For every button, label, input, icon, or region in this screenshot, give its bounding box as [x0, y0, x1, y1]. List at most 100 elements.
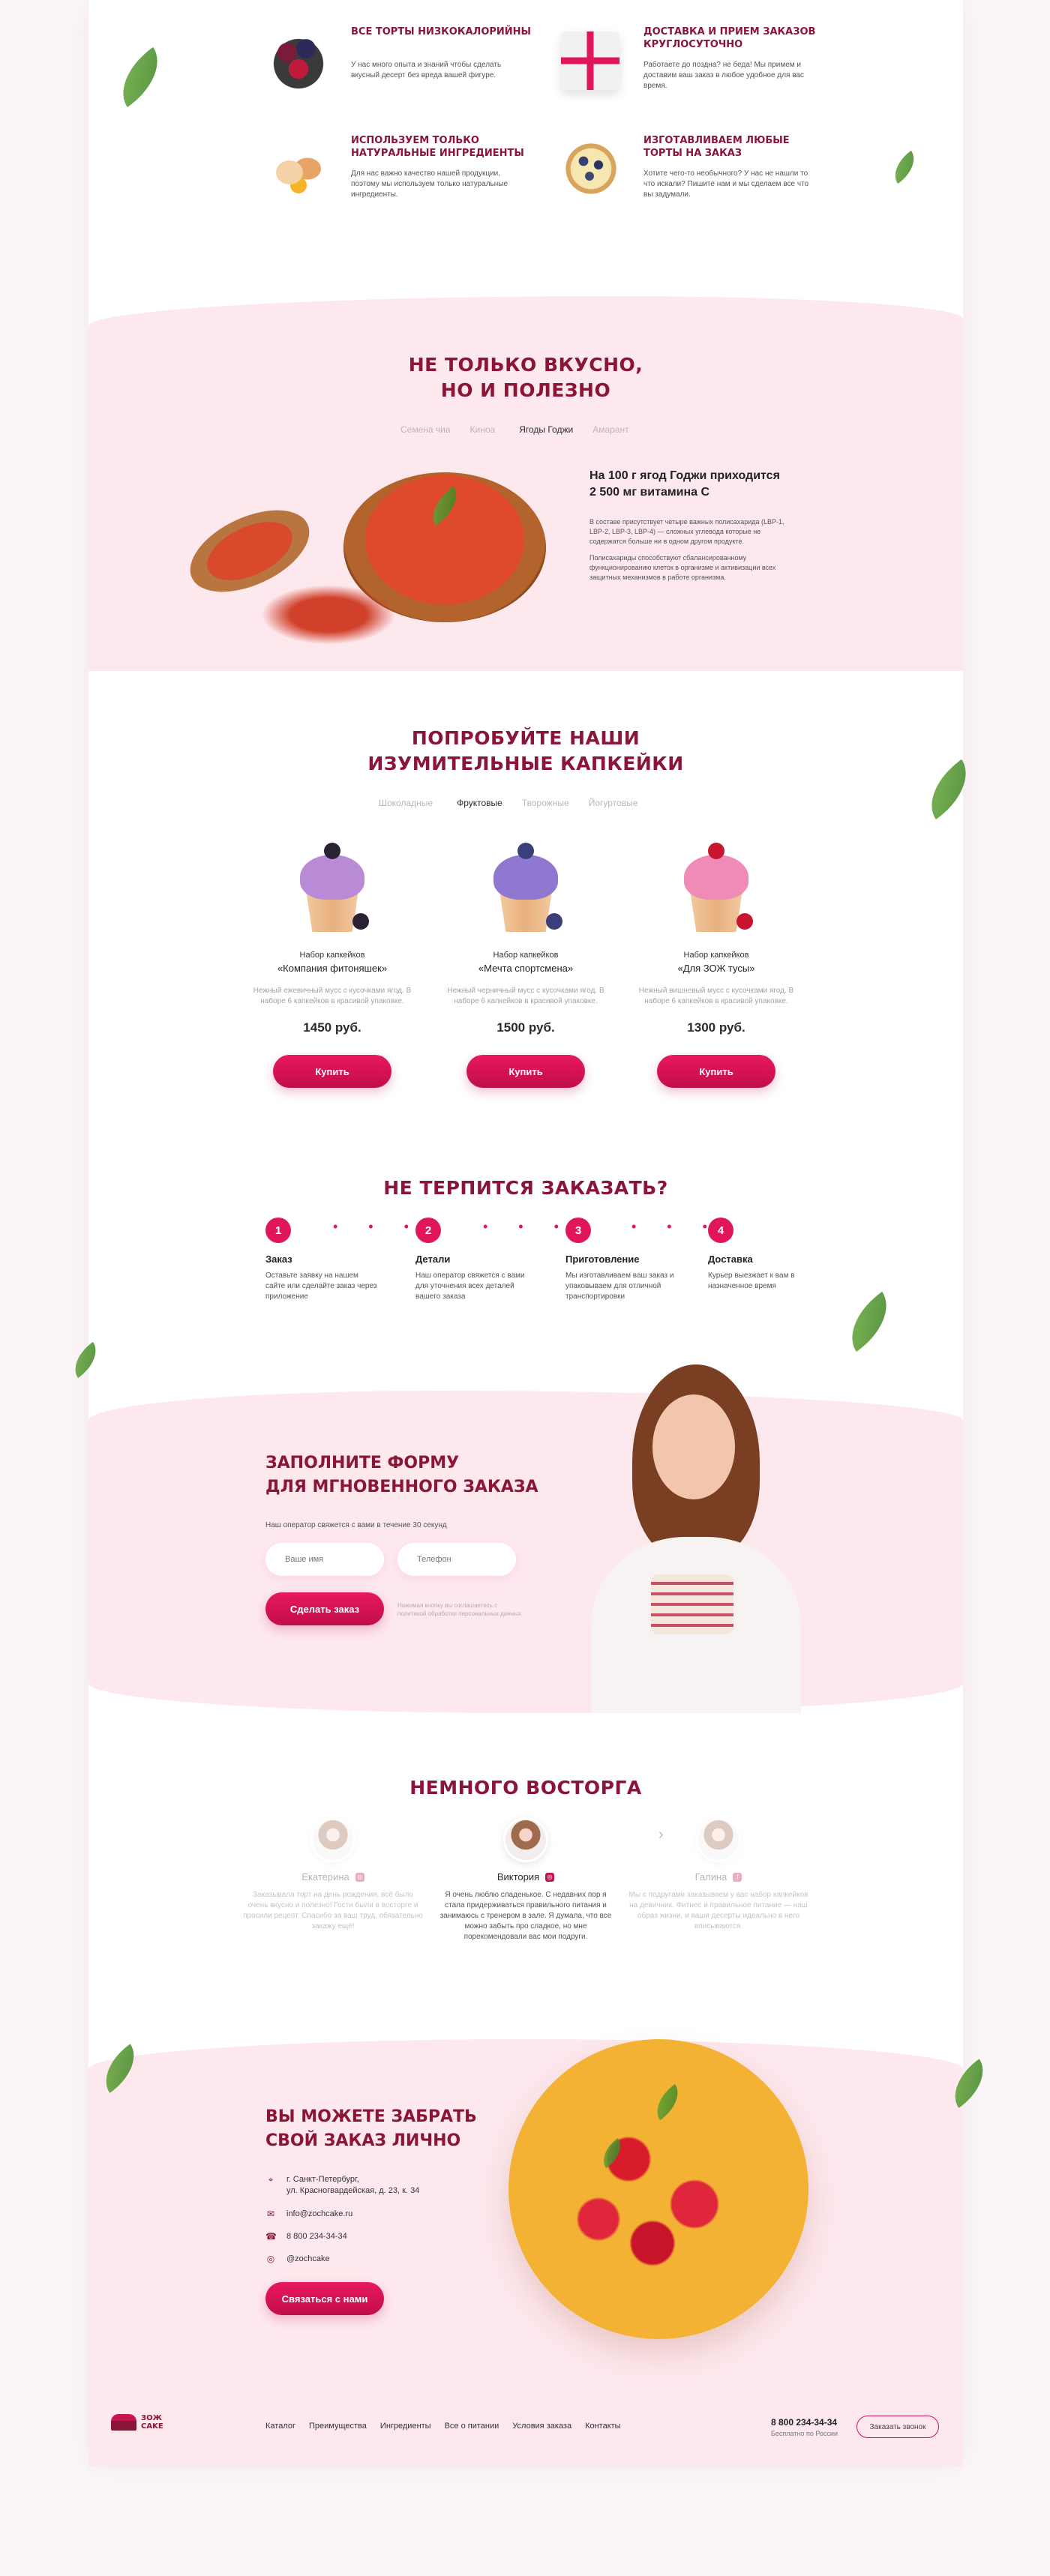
feature-title: Все торты низкокалорийны — [351, 26, 532, 37]
phone-link[interactable]: 8 800 234-34-34 — [286, 2231, 347, 2242]
instagram-link[interactable]: @zochcake — [286, 2254, 330, 2265]
nav-ingredients[interactable]: Ингредиенты — [380, 2422, 431, 2431]
email-link[interactable]: info@zochcake.ru — [286, 2209, 352, 2220]
footer-phone-block: 8 800 234-34-34 Бесплатно по России — [771, 2417, 838, 2437]
reviews-title: Немного восторга — [410, 1777, 642, 1799]
card-kind: Набор капкейков — [493, 951, 559, 960]
tab-quinoa[interactable]: Киноа — [470, 424, 496, 435]
name-field[interactable] — [266, 1543, 384, 1576]
blueberry-tart-icon — [554, 131, 628, 206]
callback-button[interactable]: Заказать звонок — [856, 2416, 939, 2438]
order-steps-title: Не терпится заказать? — [383, 1177, 668, 1199]
feature-custom: Изготавливаем любые торты на заказ Хотит… — [554, 131, 868, 214]
cupcake-card: Набор капкейков «Мечта спортсмена» Нежны… — [440, 838, 612, 1088]
step-desc: Мы изготавливаем ваш заказ и упаковываем… — [566, 1272, 674, 1301]
tab-amaranth[interactable]: Амарант — [592, 424, 628, 435]
buy-button[interactable]: Купить — [466, 1055, 585, 1088]
nav-nutrition[interactable]: Все о питании — [445, 2422, 500, 2431]
contact-us-button[interactable]: Связаться с нами — [266, 2282, 384, 2315]
tab-fruit[interactable]: Фруктовые — [443, 795, 502, 811]
review-card: Виктория ◎ Я очень люблю сладенькое. С не… — [436, 1817, 616, 1942]
nav-order-terms[interactable]: Условия заказа — [512, 2422, 572, 2431]
submit-order-button[interactable]: Сделать заказ — [266, 1592, 384, 1625]
tab-chocolate[interactable]: Шоколадные — [379, 798, 433, 808]
goji-bowl-image — [177, 465, 598, 675]
pickup-title-line2: свой заказ лично — [266, 2131, 461, 2150]
card-name: «Для ЗОЖ тусы» — [677, 963, 755, 974]
logo-line2: CAKE — [141, 2422, 164, 2431]
reviewer-name: Галина — [694, 1871, 728, 1883]
form-title-line2: для мгновенного заказа — [266, 1478, 538, 1496]
buy-button[interactable]: Купить — [657, 1055, 776, 1088]
reviewer-name: Екатерина — [302, 1871, 350, 1883]
benefits-title: Не только вкусно, но и полезно — [88, 352, 963, 403]
nav-contacts[interactable]: Контакты — [585, 2422, 621, 2431]
footer-phone[interactable]: 8 800 234-34-34 — [771, 2417, 838, 2428]
benefits-para1: В составе присутствует четыре важных пол… — [590, 518, 784, 545]
card-name: «Мечта спортсмена» — [478, 963, 574, 974]
benefits-tabs: Семена чиа Киноа Ягоды Годжи Амарант — [400, 421, 629, 438]
card-desc: Нежный ежевичный мусс с кусочками ягод. … — [253, 987, 412, 1005]
privacy-note: Нажимая кнопку вы соглашаетесь с политик… — [398, 1602, 521, 1617]
instagram-item[interactable]: ◎ @zochcake — [266, 2254, 330, 2265]
order-step: 4 Доставка Курьер выезжает к вам в назна… — [708, 1218, 820, 1292]
footer: ЗОЖ CAKE Каталог Преимущества Ингредиент… — [88, 2392, 963, 2467]
instagram-icon[interactable]: ◎ — [545, 1872, 555, 1882]
feature-natural: Используем только натуральные ингредиент… — [261, 131, 576, 214]
buy-button[interactable]: Купить — [273, 1055, 392, 1088]
cupcake-card: Набор капкейков «Для ЗОЖ тусы» Нежный ви… — [630, 838, 802, 1088]
tab-curd[interactable]: Творожные — [522, 798, 569, 808]
logo[interactable]: ЗОЖ CAKE — [111, 2414, 164, 2431]
instagram-icon: ◎ — [266, 2254, 275, 2264]
cupcakes-title-line2: изумительные капкейки — [368, 753, 684, 774]
feature-desc: Для нас важно качество нашей продукции, … — [351, 169, 508, 199]
tab-chia[interactable]: Семена чиа — [400, 424, 451, 435]
tab-yogurt[interactable]: Йогуртовые — [589, 798, 638, 808]
tab-goji[interactable]: Ягоды Годжи — [506, 421, 573, 438]
step-desc: Оставьте заявку на нашем сайте или сдела… — [266, 1272, 377, 1301]
phone-icon: ☎ — [266, 2231, 277, 2242]
logo-line1: ЗОЖ — [141, 2414, 162, 2422]
phone-field[interactable] — [398, 1543, 516, 1576]
gift-box-icon — [561, 31, 620, 90]
benefits-heading-line2: 2 500 мг витамина С — [590, 486, 710, 499]
review-card: Екатерина ◎ Заказывала торт на день рожде… — [243, 1817, 423, 1932]
step-title: Заказ — [266, 1254, 292, 1265]
benefits-title-line1: Не только вкусно, — [408, 354, 644, 376]
footer-phone-note: Бесплатно по России — [771, 2430, 838, 2437]
benefits-title-line2: но и полезно — [440, 379, 611, 401]
card-kind: Набор капкейков — [299, 951, 365, 960]
cupcake-cherry-image — [668, 838, 765, 936]
nav-advantages[interactable]: Преимущества — [309, 2422, 367, 2431]
footer-nav: Каталог Преимущества Ингредиенты Все о п… — [266, 2422, 621, 2431]
mail-icon: ✉ — [266, 2209, 275, 2219]
review-card: Галина f Мы с подругами заказываем у вас … — [628, 1817, 808, 1932]
step-dots: • • • — [483, 1219, 572, 1234]
cupcake-tabs: Шоколадные Фруктовые Творожные Йогуртовы… — [379, 795, 638, 811]
location-pin-icon: ⌖ — [268, 2174, 274, 2185]
phone-item[interactable]: ☎ 8 800 234-34-34 — [266, 2231, 347, 2242]
benefits-heading: На 100 г ягод Годжи приходится 2 500 мг … — [590, 468, 807, 501]
card-desc: Нежный черничный мусс с кусочками ягод. … — [447, 987, 604, 1005]
feature-desc: У нас много опыта и знаний чтобы сделать… — [351, 61, 502, 79]
address-item: ⌖ г. Санкт-Петербург, ул. Красногвардейск… — [266, 2174, 420, 2197]
card-name: «Компания фитоняшек» — [277, 963, 388, 974]
feature-desc: Хотите чего-то необычного? У нас не нашл… — [644, 169, 809, 199]
feature-low-calorie: Все торты низкокалорийны У нас много опы… — [261, 22, 576, 105]
email-item[interactable]: ✉ info@zochcake.ru — [266, 2209, 352, 2220]
feature-delivery: Доставка и прием заказов круглосуточно Р… — [554, 22, 868, 105]
instagram-icon[interactable]: ◎ — [355, 1872, 364, 1882]
step-number: 4 — [708, 1218, 734, 1243]
nav-catalog[interactable]: Каталог — [266, 2422, 296, 2431]
address-line2: ул. Красногвардейская, д. 23, к. 34 — [286, 2186, 420, 2195]
benefits-heading-line1: На 100 г ягод Годжи приходится — [590, 469, 780, 482]
eggs-icon — [261, 131, 336, 206]
card-price: 1500 руб. — [496, 1020, 555, 1035]
card-price: 1450 руб. — [303, 1020, 362, 1035]
cupcakes-title: Попробуйте наши изумительные капкейки — [88, 726, 963, 777]
reviewer-name: Виктория — [496, 1871, 540, 1883]
order-form-section — [88, 1391, 963, 1713]
facebook-icon[interactable]: f — [733, 1872, 742, 1882]
avatar — [503, 1817, 548, 1862]
step-number: 1 — [266, 1218, 291, 1243]
